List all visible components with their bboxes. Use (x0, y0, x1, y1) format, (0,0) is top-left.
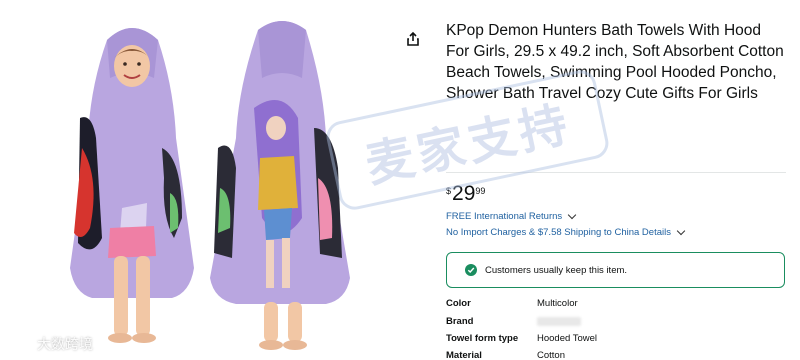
product-details: KPop Demon Hunters Bath Towels With Hood… (446, 20, 786, 104)
spec-row-towel-form-type: Towel form type Hooded Towel (446, 333, 786, 344)
product-photo-back[interactable] (202, 18, 362, 353)
price: $ 29 99 (446, 183, 485, 205)
product-page: KPop Demon Hunters Bath Towels With Hood… (0, 0, 800, 360)
spec-key: Towel form type (446, 333, 519, 344)
girl-in-hooded-towel-front-image (70, 28, 194, 343)
spec-key: Brand (446, 316, 474, 327)
spec-key: Material (446, 350, 482, 360)
check-circle-icon (465, 264, 477, 276)
price-fraction: 99 (475, 186, 486, 196)
chevron-down-icon (567, 210, 577, 220)
price-currency-symbol: $ (446, 186, 452, 196)
keep-message: Customers usually keep this item. (485, 264, 628, 276)
spec-row-material: Material Cotton (446, 350, 786, 360)
section-divider (446, 172, 786, 173)
spec-value: Multicolor (537, 298, 578, 309)
customers-keep-item-badge: Customers usually keep this item. (446, 252, 785, 288)
shipping-details-link[interactable]: No Import Charges & $7.58 Shipping to Ch… (446, 226, 686, 238)
spec-key: Color (446, 298, 471, 309)
spec-row-color: Color Multicolor (446, 298, 786, 309)
returns-link[interactable]: FREE International Returns (446, 210, 577, 222)
product-image-gallery[interactable] (62, 18, 362, 353)
returns-label: FREE International Returns (446, 211, 563, 222)
spec-value: Cotton (537, 350, 565, 360)
product-photo-front[interactable] (62, 18, 202, 353)
girl-in-hooded-towel-back-image (210, 21, 350, 350)
spec-value: Hooded Towel (537, 333, 598, 344)
watermark-logo-icon (7, 337, 31, 351)
price-whole: 29 (452, 182, 476, 205)
product-title: KPop Demon Hunters Bath Towels With Hood… (446, 22, 784, 102)
share-icon (407, 31, 419, 46)
shipping-label: No Import Charges & $7.58 Shipping to Ch… (446, 227, 671, 238)
brand-value-blurred (537, 317, 581, 326)
spec-row-brand: Brand (446, 316, 786, 327)
chevron-down-icon (676, 226, 686, 236)
share-button[interactable] (402, 28, 424, 50)
